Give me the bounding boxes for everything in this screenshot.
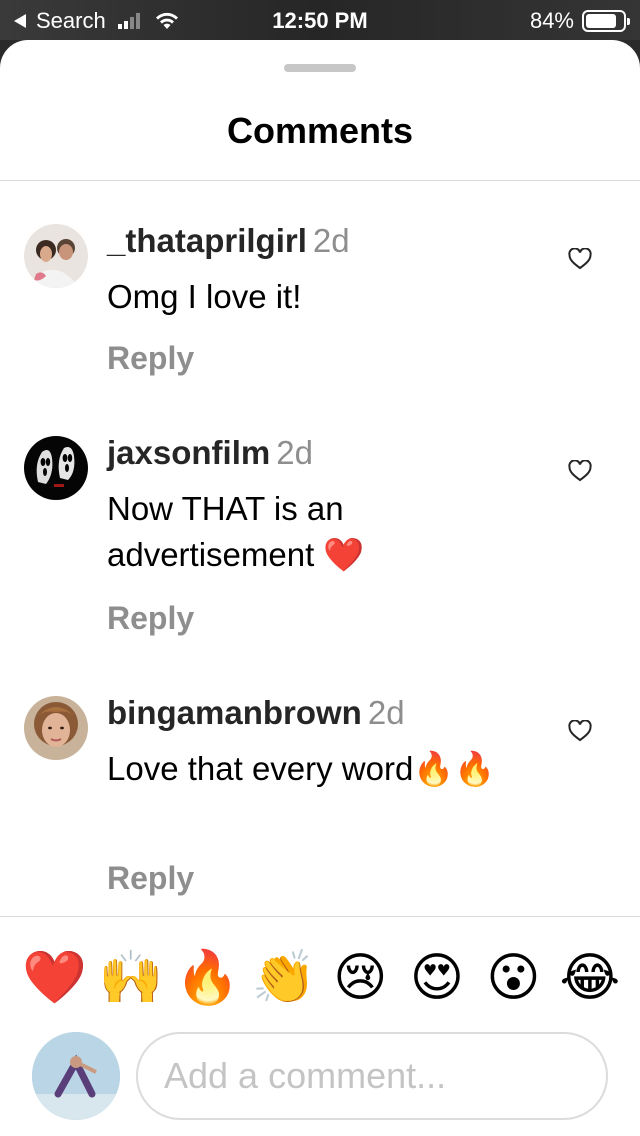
- comment-time: 2d: [312, 222, 350, 259]
- username[interactable]: bingamanbrown: [107, 694, 362, 731]
- comment-header: _thataprilgirl 2d: [107, 222, 350, 260]
- tears-of-joy-emoji-button[interactable]: 😂: [558, 946, 622, 1010]
- comment-time: 2d: [276, 434, 313, 471]
- comments-sheet: Comments _thataprilgirl 2d Omg I love it!…: [0, 40, 640, 1136]
- avatar[interactable]: [24, 696, 88, 760]
- username[interactable]: jaxsonfilm: [107, 434, 270, 471]
- divider: [0, 916, 640, 917]
- heart-icon[interactable]: [568, 460, 592, 482]
- avatar[interactable]: [24, 436, 88, 500]
- heart-icon[interactable]: [568, 720, 592, 742]
- heart-icon[interactable]: [568, 248, 592, 270]
- sheet-title: Comments: [226, 110, 414, 151]
- red-heart-emoji-button[interactable]: ❤️: [22, 946, 87, 1010]
- avatar[interactable]: [24, 224, 88, 288]
- reply-button[interactable]: Reply: [107, 340, 194, 377]
- status-bar: Search 12:50 PM 84%: [0, 0, 640, 40]
- divider: [0, 180, 640, 181]
- reply-button[interactable]: Reply: [107, 860, 194, 897]
- battery-percentage: 84%: [529, 8, 574, 33]
- current-user-avatar: [32, 1032, 120, 1120]
- comment-text: Love that every word🔥🔥: [107, 750, 496, 787]
- battery-status: 84%: [529, 8, 630, 34]
- crying-face-emoji-button[interactable]: 😢: [328, 946, 392, 1010]
- battery-icon: [582, 10, 630, 32]
- clapping-hands-emoji-button[interactable]: 👏: [252, 946, 317, 1010]
- comment-text: Now THAT is an advertisement ❤️: [107, 490, 365, 573]
- sheet-grabber[interactable]: [284, 64, 356, 72]
- quick-reactions-bar: ❤️ 🙌 🔥 👏 😢 😍 😮 😂: [22, 946, 622, 1010]
- username[interactable]: _thataprilgirl: [107, 222, 307, 259]
- heart-eyes-emoji-button[interactable]: 😍: [405, 946, 469, 1010]
- comment-text: Omg I love it!: [107, 278, 302, 315]
- comment-header: bingamanbrown 2d: [107, 694, 405, 732]
- fire-emoji-button[interactable]: 🔥: [175, 946, 240, 1010]
- comment-time: 2d: [367, 694, 405, 731]
- surprised-face-emoji-button[interactable]: 😮: [481, 946, 545, 1010]
- raising-hands-emoji-button[interactable]: 🙌: [99, 946, 164, 1010]
- comment-header: jaxsonfilm 2d: [107, 434, 313, 472]
- add-comment-input[interactable]: [136, 1032, 608, 1120]
- reply-button[interactable]: Reply: [107, 600, 194, 637]
